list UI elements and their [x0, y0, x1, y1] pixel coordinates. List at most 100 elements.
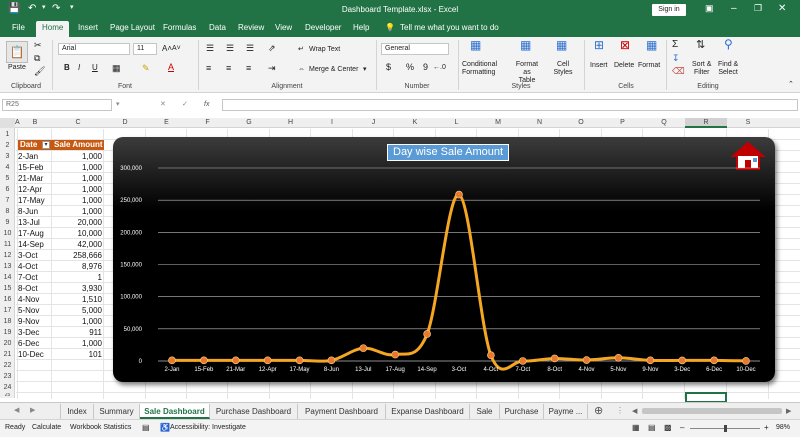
column-header-p[interactable]: P: [602, 118, 643, 128]
tab-help[interactable]: Help: [353, 23, 369, 32]
date-cell[interactable]: 4-Oct: [18, 261, 38, 272]
column-header-m[interactable]: M: [477, 118, 519, 128]
autosum-icon[interactable]: Σ: [672, 40, 678, 50]
sale-amount-cell[interactable]: 1,000: [52, 338, 102, 349]
merge-icon[interactable]: ⇔: [298, 66, 305, 74]
row-header[interactable]: 3: [0, 151, 15, 162]
column-header-e[interactable]: E: [146, 118, 187, 128]
row-header[interactable]: 25: [0, 393, 15, 398]
indent-icon[interactable]: ⇥: [268, 64, 276, 73]
decrease-font-icon[interactable]: A˅: [172, 45, 181, 53]
minimize-icon[interactable]: –: [731, 3, 737, 14]
sale-amount-cell[interactable]: 1: [52, 272, 102, 283]
cut-icon[interactable]: ✂: [34, 41, 42, 50]
date-cell[interactable]: 5-Nov: [18, 305, 39, 316]
merge-dropdown-icon[interactable]: ▾: [363, 66, 367, 74]
italic-button[interactable]: I: [78, 64, 80, 72]
sheet-tab-payment[interactable]: Payme ...: [544, 404, 588, 419]
date-cell[interactable]: 17-Aug: [18, 228, 44, 239]
date-cell[interactable]: 8-Oct: [18, 283, 38, 294]
font-size-select[interactable]: 11: [133, 43, 157, 55]
select-all-button[interactable]: [0, 118, 15, 128]
sale-amount-cell[interactable]: 258,666: [52, 250, 102, 261]
orientation-icon[interactable]: ⇗: [268, 44, 276, 53]
increase-font-icon[interactable]: A˄: [162, 45, 172, 53]
row-header[interactable]: 8: [0, 206, 15, 217]
sale-amount-cell[interactable]: 1,000: [52, 173, 102, 184]
date-cell[interactable]: 2-Jan: [18, 151, 38, 162]
date-cell[interactable]: 12-Apr: [18, 184, 42, 195]
sale-amount-cell[interactable]: 20,000: [52, 217, 102, 228]
column-header-s[interactable]: S: [727, 118, 769, 128]
format-cells-icon[interactable]: ▦: [646, 39, 657, 51]
macro-record-icon[interactable]: ▤: [142, 423, 150, 432]
row-header[interactable]: 11: [0, 239, 15, 250]
column-header-r[interactable]: R: [685, 118, 727, 128]
tab-insert[interactable]: Insert: [78, 23, 98, 32]
zoom-out-icon[interactable]: –: [680, 423, 684, 432]
date-cell[interactable]: 7-Oct: [18, 272, 38, 283]
date-cell[interactable]: 6-Dec: [18, 338, 39, 349]
delete-cells-icon[interactable]: ⊠: [620, 39, 630, 51]
format-as-table-icon[interactable]: ▦: [520, 39, 531, 51]
date-cell[interactable]: 15-Feb: [18, 162, 43, 173]
sale-amount-cell[interactable]: 1,000: [52, 206, 102, 217]
font-name-select[interactable]: Arial: [58, 43, 130, 55]
format-painter-icon[interactable]: 🖌: [34, 67, 45, 76]
sheet-tab-sale-dashboard[interactable]: Sale Dashboard: [140, 404, 210, 419]
filter-dropdown-icon[interactable]: ▾: [42, 141, 50, 149]
delete-cells-button[interactable]: Delete: [614, 62, 634, 70]
sheet-tab-index[interactable]: Index: [60, 404, 94, 419]
row-header[interactable]: 17: [0, 305, 15, 316]
paste-icon[interactable]: 📋: [6, 41, 28, 63]
row-header[interactable]: 2: [0, 140, 15, 151]
row-header[interactable]: 22: [0, 360, 15, 371]
date-cell[interactable]: 3-Dec: [18, 327, 39, 338]
right-align-icon[interactable]: ≡: [246, 64, 251, 73]
fill-icon[interactable]: ↧: [672, 54, 680, 63]
name-box-dropdown-icon[interactable]: ▾: [116, 101, 120, 109]
tab-page-layout[interactable]: Page Layout: [110, 23, 155, 32]
bold-button[interactable]: B: [64, 64, 70, 72]
row-header[interactable]: 20: [0, 338, 15, 349]
collapse-ribbon-icon[interactable]: ⌃: [788, 81, 794, 89]
sale-amount-cell[interactable]: 8,976: [52, 261, 102, 272]
conditional-formatting-button[interactable]: Conditional Formatting: [462, 61, 497, 77]
center-align-icon[interactable]: ≡: [226, 64, 231, 73]
cell-styles-icon[interactable]: ▦: [556, 39, 567, 51]
sale-amount-cell[interactable]: 1,000: [52, 162, 102, 173]
formula-input[interactable]: [222, 99, 798, 111]
top-align-icon[interactable]: ☰: [206, 44, 214, 53]
column-header-j[interactable]: J: [353, 118, 394, 128]
left-align-icon[interactable]: ≡: [206, 64, 211, 73]
clear-icon[interactable]: ⌫: [672, 67, 685, 76]
find-select-icon[interactable]: ⚲: [724, 38, 733, 50]
row-header[interactable]: 4: [0, 162, 15, 173]
sort-filter-icon[interactable]: ⇅: [696, 40, 705, 51]
row-header[interactable]: 24: [0, 382, 15, 393]
normal-view-icon[interactable]: ▦: [632, 423, 640, 432]
zoom-level[interactable]: 98%: [776, 424, 790, 431]
row-header[interactable]: 15: [0, 283, 15, 294]
page-layout-view-icon[interactable]: ▤: [648, 423, 656, 432]
percent-button[interactable]: %: [406, 63, 414, 72]
confirm-entry-icon[interactable]: ✓: [182, 101, 188, 109]
column-header-q[interactable]: Q: [643, 118, 685, 128]
sign-in-button[interactable]: Sign in: [652, 4, 686, 16]
row-header[interactable]: 6: [0, 184, 15, 195]
date-cell[interactable]: 13-Jul: [18, 217, 40, 228]
sale-amount-cell[interactable]: 1,000: [52, 195, 102, 206]
horizontal-scrollbar[interactable]: [642, 408, 782, 414]
sheet-tab-purchase-dashboard[interactable]: Purchase Dashboard: [210, 404, 298, 419]
column-header-k[interactable]: K: [394, 118, 436, 128]
date-cell[interactable]: 8-Jun: [18, 206, 38, 217]
page-break-view-icon[interactable]: ▩: [664, 423, 672, 432]
column-header-i[interactable]: I: [311, 118, 353, 128]
find-select-button[interactable]: Find & Select: [718, 61, 738, 77]
conditional-formatting-icon[interactable]: ▦: [470, 39, 481, 51]
borders-icon[interactable]: ▦: [112, 64, 121, 73]
date-cell[interactable]: 10-Dec: [18, 349, 44, 360]
column-header-l[interactable]: L: [436, 118, 477, 128]
row-header[interactable]: 10: [0, 228, 15, 239]
column-header-f[interactable]: F: [187, 118, 228, 128]
